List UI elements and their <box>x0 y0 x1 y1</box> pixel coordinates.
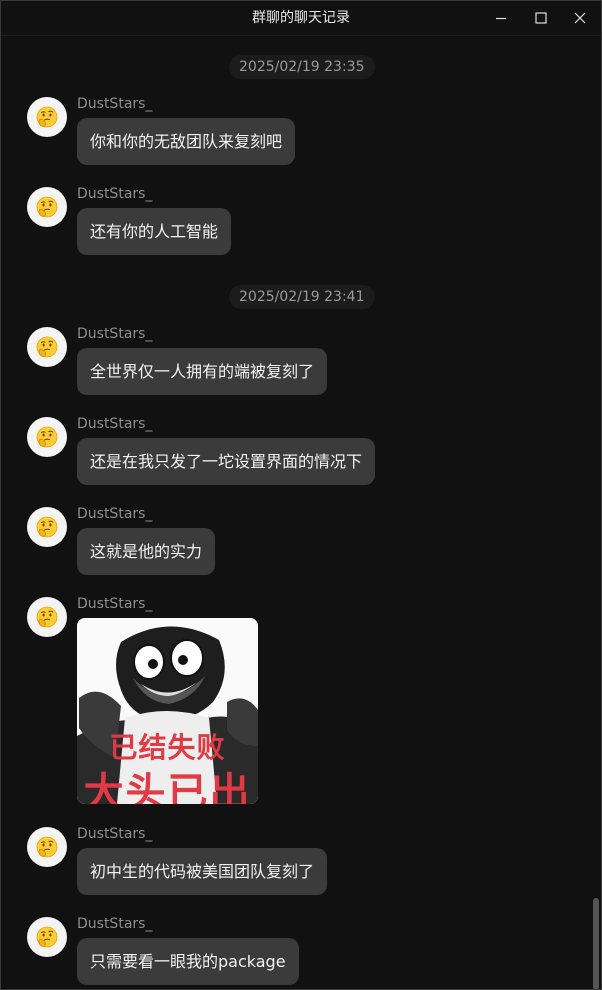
sticker-caption-bottom: 大头已出 <box>83 770 252 804</box>
maximize-button[interactable] <box>522 1 560 35</box>
thinking-face-icon <box>36 106 58 128</box>
sender-name[interactable]: DustStars_ <box>77 506 152 522</box>
maximize-icon <box>535 12 547 24</box>
avatar[interactable] <box>27 507 67 547</box>
avatar[interactable] <box>27 917 67 957</box>
sticker-image[interactable]: 已结失败 大头已出 <box>77 618 258 804</box>
sender-name[interactable]: DustStars_ <box>77 596 152 612</box>
scrollbar[interactable] <box>591 36 601 989</box>
message-bubble[interactable]: 你和你的无敌团队来复刻吧 <box>77 118 296 165</box>
minimize-button[interactable] <box>482 1 520 35</box>
avatar[interactable] <box>27 327 67 367</box>
sender-name[interactable]: DustStars_ <box>77 186 152 202</box>
sender-name[interactable]: DustStars_ <box>77 96 152 112</box>
message-bubble[interactable]: 只需要看一眼我的package <box>77 938 299 985</box>
thinking-face-icon <box>36 196 58 218</box>
chat-history-window: 群聊的聊天记录 2025/02/19 23:35 DustStars_ 你和你的… <box>0 0 602 990</box>
close-button[interactable] <box>561 1 599 35</box>
avatar[interactable] <box>27 417 67 457</box>
avatar[interactable] <box>27 597 67 637</box>
avatar[interactable] <box>27 187 67 227</box>
message-bubble[interactable]: 初中生的代码被美国团队复刻了 <box>77 848 328 895</box>
thinking-face-icon <box>36 516 58 538</box>
close-icon <box>574 12 586 24</box>
avatar[interactable] <box>27 827 67 867</box>
scrollbar-thumb[interactable] <box>593 898 599 989</box>
message-bubble[interactable]: 还是在我只发了一坨设置界面的情况下 <box>77 438 376 485</box>
sender-name[interactable]: DustStars_ <box>77 826 152 842</box>
sender-name[interactable]: DustStars_ <box>77 416 152 432</box>
timestamp: 2025/02/19 23:35 <box>229 55 375 79</box>
sender-name[interactable]: DustStars_ <box>77 916 152 932</box>
timestamp: 2025/02/19 23:41 <box>229 285 375 309</box>
thinking-face-icon <box>36 836 58 858</box>
avatar[interactable] <box>27 97 67 137</box>
title-bar: 群聊的聊天记录 <box>1 1 601 36</box>
minimize-icon <box>496 17 506 20</box>
thinking-face-icon <box>36 426 58 448</box>
sender-name[interactable]: DustStars_ <box>77 326 152 342</box>
message-bubble[interactable]: 这就是他的实力 <box>77 528 216 575</box>
message-list[interactable]: 2025/02/19 23:35 DustStars_ 你和你的无敌团队来复刻吧… <box>1 36 591 989</box>
message-bubble[interactable]: 还有你的人工智能 <box>77 208 232 255</box>
thinking-face-icon <box>36 336 58 358</box>
message-bubble[interactable]: 全世界仅一人拥有的端被复刻了 <box>77 348 328 395</box>
thinking-face-icon <box>36 606 58 628</box>
thinking-face-icon <box>36 926 58 948</box>
